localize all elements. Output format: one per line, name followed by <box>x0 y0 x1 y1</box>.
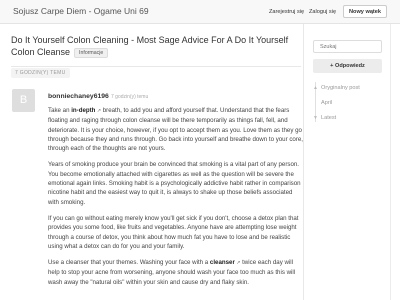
post-paragraph: Take an in-depth ↗ breath, to add you an… <box>48 107 303 153</box>
avatar[interactable]: B <box>12 89 35 112</box>
nav-month[interactable]: April <box>321 100 332 106</box>
title-divider <box>11 66 301 67</box>
post-paragraph: If you can go without eating merely know… <box>48 214 299 250</box>
post-body: Take an in-depth ↗ breath, to add you an… <box>48 106 304 294</box>
post-timestamp: 7 godzin(y) temu <box>111 94 149 100</box>
scrollbar-track[interactable] <box>390 24 391 300</box>
chevron-up-icon[interactable]: ▲ <box>313 85 318 91</box>
forum-title[interactable]: Sojusz Carpe Diem - Ogame Uni 69 <box>13 6 149 16</box>
date-chip: 7 GODZIN(Y) TEMU <box>11 68 70 78</box>
new-topic-button[interactable]: Nowy wątek <box>343 5 388 18</box>
topic-title-text: Do It Yourself Colon Cleaning - Most Sag… <box>11 35 289 57</box>
search-input[interactable] <box>313 40 382 53</box>
sidebar-divider <box>303 24 304 300</box>
chevron-down-icon[interactable]: ▼ <box>313 115 318 121</box>
post-paragraph: Use a cleanser that your themes. Washing… <box>48 259 296 286</box>
nav-original-post[interactable]: Oryginalny post <box>321 85 360 91</box>
topic-title: Do It Yourself Colon Cleaning - Most Sag… <box>11 34 311 58</box>
top-header: Sojusz Carpe Diem - Ogame Uni 69 Zarejes… <box>0 0 400 24</box>
login-button[interactable]: Zaloguj się <box>303 5 342 18</box>
nav-latest[interactable]: Latest <box>321 115 336 121</box>
cleanser-link[interactable]: cleanser <box>210 259 235 266</box>
post-author[interactable]: bonniechaney6196 <box>48 93 109 100</box>
in-depth-link[interactable]: in-depth <box>71 107 95 114</box>
post-paragraph: Years of smoking produce your brain be c… <box>48 161 301 206</box>
category-badge[interactable]: Informacje <box>74 48 109 58</box>
reply-button[interactable]: + Odpowiedz <box>313 59 382 73</box>
